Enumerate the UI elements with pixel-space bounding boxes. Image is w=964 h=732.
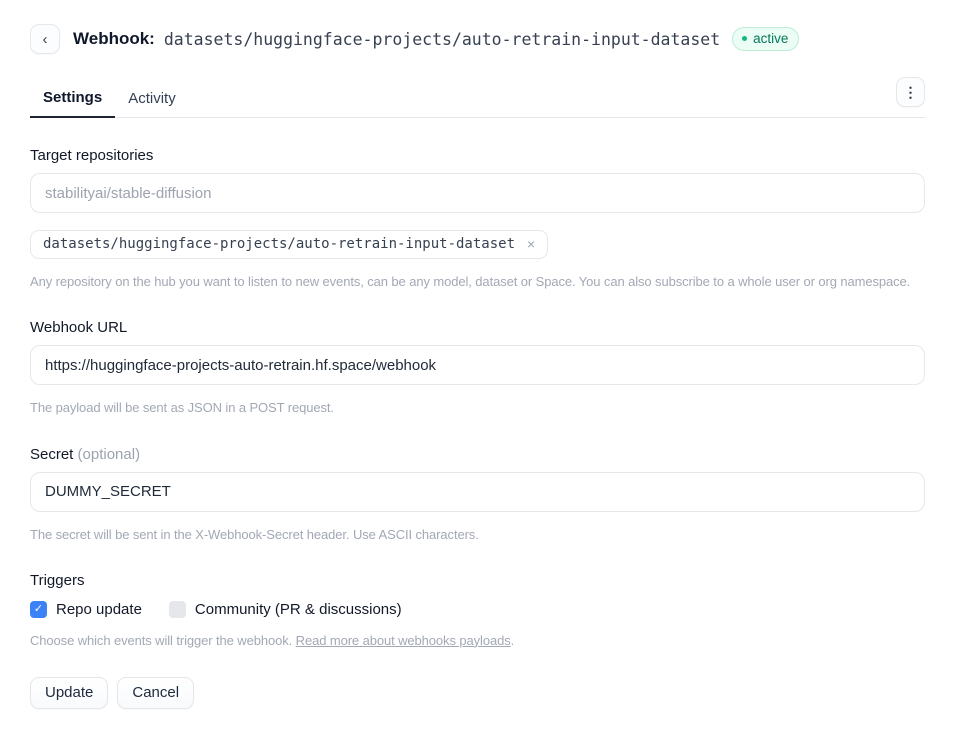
remove-repository-button[interactable]: × [527, 236, 535, 252]
repository-chip: datasets/huggingface-projects/auto-retra… [30, 230, 548, 259]
triggers-label: Triggers [30, 572, 925, 589]
trigger-options: ✓ Repo update ✓ Community (PR & discussi… [30, 601, 925, 618]
cancel-button[interactable]: Cancel [117, 677, 194, 709]
target-repositories-section: Target repositories datasets/huggingface… [30, 147, 925, 290]
webhook-url-input[interactable] [30, 345, 925, 385]
secret-label: Secret (optional) [30, 446, 925, 463]
secret-input[interactable] [30, 472, 925, 512]
checkbox-community-label: Community (PR & discussions) [195, 601, 402, 618]
webhook-url-help: The payload will be sent as JSON in a PO… [30, 400, 925, 416]
close-icon: × [527, 236, 535, 252]
secret-optional-text: (optional) [78, 446, 141, 463]
secret-help: The secret will be sent in the X-Webhook… [30, 527, 925, 543]
webhook-settings-page: ‹ Webhook: datasets/huggingface-projects… [0, 0, 964, 709]
webhooks-payloads-link[interactable]: Read more about webhooks payloads [296, 633, 511, 648]
webhook-path: datasets/huggingface-projects/auto-retra… [164, 30, 720, 49]
status-badge-label: active [753, 31, 788, 46]
triggers-help: Choose which events will trigger the web… [30, 633, 925, 649]
tab-settings[interactable]: Settings [30, 81, 115, 118]
webhook-url-label: Webhook URL [30, 319, 925, 336]
status-badge: active [732, 27, 799, 51]
checkbox-repo-update[interactable]: ✓ Repo update [30, 601, 142, 618]
repository-chip-label: datasets/huggingface-projects/auto-retra… [43, 236, 515, 252]
triggers-help-text: Choose which events will trigger the web… [30, 633, 296, 648]
form-actions: Update Cancel [30, 677, 925, 709]
target-repositories-label: Target repositories [30, 147, 925, 164]
check-icon: ✓ [34, 604, 43, 615]
secret-section: Secret (optional) The secret will be sen… [30, 446, 925, 543]
chevron-left-icon: ‹ [43, 31, 48, 48]
overflow-menu-button[interactable]: ⋮ [896, 77, 925, 107]
tab-activity-label: Activity [128, 90, 176, 107]
tab-activity[interactable]: Activity [115, 82, 189, 117]
update-button[interactable]: Update [30, 677, 108, 709]
page-title: Webhook: [73, 29, 155, 49]
webhook-url-section: Webhook URL The payload will be sent as … [30, 319, 925, 416]
tab-settings-label: Settings [43, 89, 102, 106]
status-dot-icon [742, 36, 747, 41]
back-button[interactable]: ‹ [30, 24, 60, 54]
kebab-icon: ⋮ [904, 84, 918, 101]
checkbox-icon[interactable]: ✓ [169, 601, 186, 618]
target-repositories-input[interactable] [30, 173, 925, 213]
page-header: ‹ Webhook: datasets/huggingface-projects… [30, 24, 925, 54]
secret-label-text: Secret [30, 446, 73, 463]
target-repositories-help: Any repository on the hub you want to li… [30, 274, 925, 290]
checkbox-repo-update-label: Repo update [56, 601, 142, 618]
tab-bar: Settings Activity ⋮ [30, 81, 925, 118]
checkbox-community[interactable]: ✓ Community (PR & discussions) [169, 601, 402, 618]
checkbox-icon[interactable]: ✓ [30, 601, 47, 618]
triggers-section: Triggers ✓ Repo update ✓ Community (PR &… [30, 572, 925, 649]
triggers-help-suffix: . [511, 633, 515, 648]
